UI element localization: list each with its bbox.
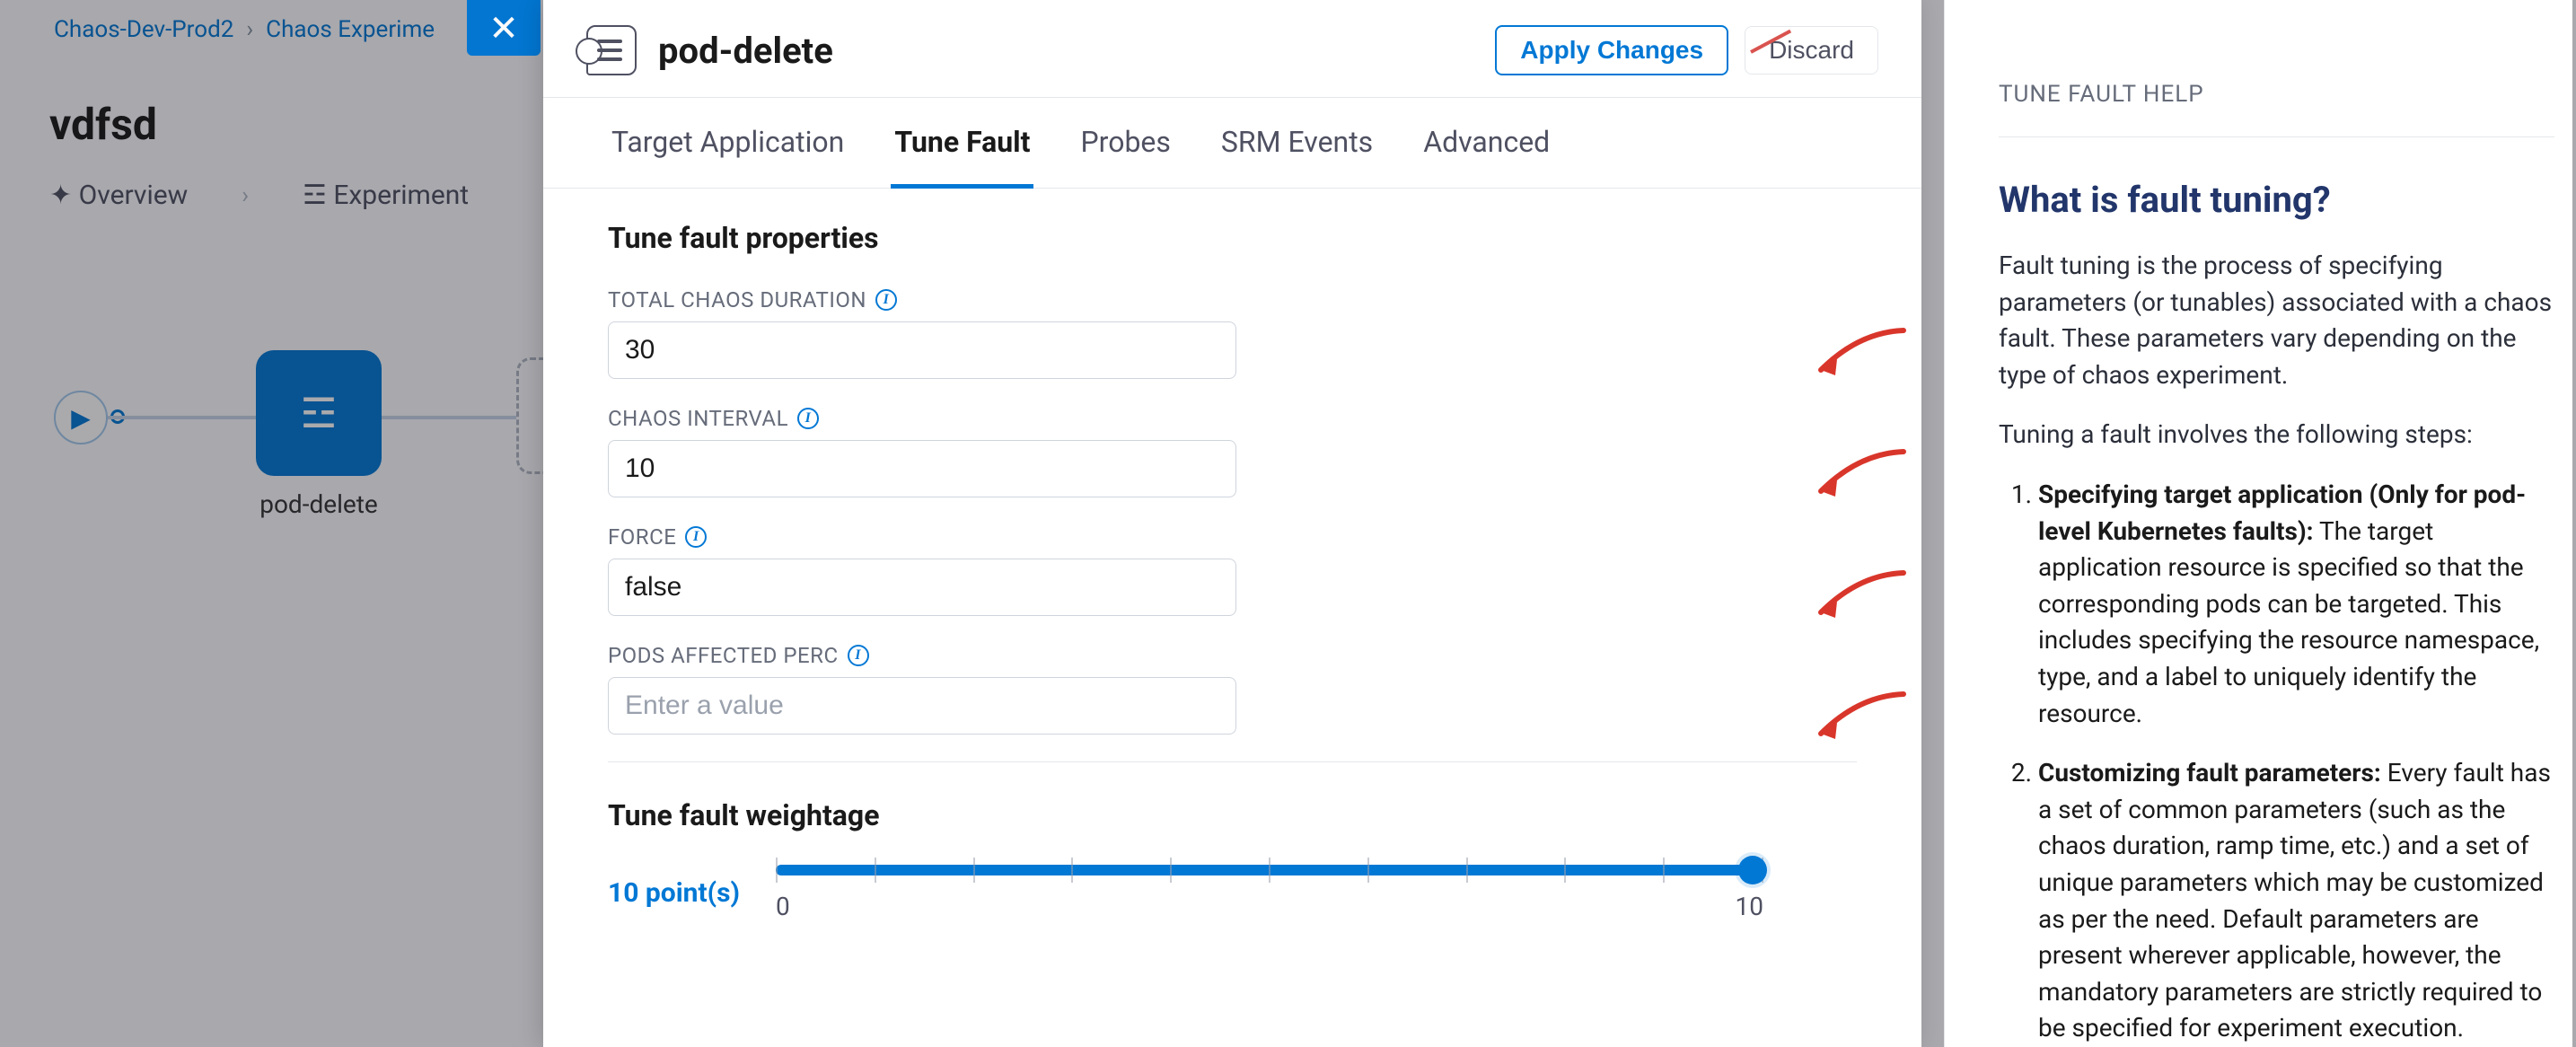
close-drawer-button[interactable]: ✕ bbox=[467, 0, 541, 56]
drawer-tabs: Target Application Tune Fault Probes SRM… bbox=[543, 98, 1921, 189]
pods-affected-perc-input[interactable] bbox=[608, 677, 1236, 735]
fault-drawer: pod-delete Apply Changes Discard Target … bbox=[543, 0, 1921, 1047]
field-total-chaos-duration: Total Chaos Duration i bbox=[608, 287, 1857, 379]
help-panel: Tune Fault Help What is fault tuning? Fa… bbox=[1944, 0, 2572, 1047]
apply-changes-button[interactable]: Apply Changes bbox=[1495, 25, 1728, 75]
help-body: Fault tuning is the process of specifyin… bbox=[1999, 248, 2554, 1047]
drawer-header: pod-delete Apply Changes Discard bbox=[543, 0, 1921, 98]
breadcrumb: Chaos-Dev-Prod2 › Chaos Experime bbox=[54, 16, 435, 43]
help-eyebrow: Tune Fault Help bbox=[1999, 81, 2554, 137]
help-intro: Fault tuning is the process of specifyin… bbox=[1999, 248, 2554, 393]
help-step-2-rest: Every fault has a set of common paramete… bbox=[2038, 758, 2551, 1043]
field-label: Total Chaos Duration bbox=[608, 287, 866, 312]
tab-overview[interactable]: ✦ Overview bbox=[49, 180, 188, 211]
chevron-right-icon: › bbox=[246, 16, 253, 43]
breadcrumb-section[interactable]: Chaos Experime bbox=[266, 16, 435, 43]
page-tabs: ✦ Overview › ☲ Experiment bbox=[49, 180, 469, 211]
chaos-interval-input[interactable] bbox=[608, 440, 1236, 497]
tab-overview-label: Overview bbox=[79, 180, 189, 211]
slider-ticks bbox=[776, 858, 1763, 883]
workflow-connector-dot bbox=[110, 409, 125, 424]
fault-icon bbox=[586, 25, 637, 75]
field-force: Force i bbox=[608, 524, 1857, 616]
tab-probes[interactable]: Probes bbox=[1077, 98, 1174, 189]
info-icon[interactable]: i bbox=[875, 289, 897, 311]
tab-experiment-label: Experiment bbox=[333, 180, 469, 211]
workflow-start-node[interactable]: ▶ bbox=[54, 391, 108, 444]
field-label: Force bbox=[608, 524, 676, 550]
chaos-icon: ✦ bbox=[49, 180, 72, 211]
workflow-node-label: pod-delete bbox=[233, 489, 404, 519]
workflow-node-pod-delete[interactable]: ☲ bbox=[256, 350, 382, 476]
info-icon[interactable]: i bbox=[685, 526, 707, 548]
help-step-1: Specifying target application (Only for … bbox=[2038, 477, 2554, 732]
divider bbox=[608, 761, 1857, 762]
chevron-right-icon: › bbox=[242, 182, 249, 209]
slider-thumb[interactable] bbox=[1738, 856, 1767, 884]
node-icon: ☲ bbox=[300, 389, 337, 438]
workflow-edge bbox=[108, 416, 256, 419]
breadcrumb-project[interactable]: Chaos-Dev-Prod2 bbox=[54, 16, 233, 43]
field-label: Pods Affected Perc bbox=[608, 643, 839, 668]
tab-srm-events[interactable]: SRM Events bbox=[1218, 98, 1376, 189]
tab-target-application[interactable]: Target Application bbox=[608, 98, 848, 189]
help-step-1-bold: Specifying target application (Only for … bbox=[2038, 480, 2526, 546]
section-heading-properties: Tune fault properties bbox=[608, 221, 1857, 255]
drawer-title: pod-delete bbox=[658, 30, 833, 72]
help-title: What is fault tuning? bbox=[1999, 179, 2554, 221]
section-heading-weightage: Tune fault weightage bbox=[608, 798, 1857, 832]
help-lead: Tuning a fault involves the following st… bbox=[1999, 417, 2554, 453]
experiment-icon: ☲ bbox=[303, 180, 327, 211]
help-step-2-bold: Customizing fault parameters: bbox=[2038, 758, 2381, 787]
help-step-1-rest: The target application resource is speci… bbox=[2038, 516, 2539, 728]
slider-max: 10 bbox=[1736, 892, 1763, 921]
weightage-row: 10 point(s) 0 10 bbox=[608, 865, 1857, 921]
slider-min: 0 bbox=[776, 892, 790, 921]
tab-tune-fault[interactable]: Tune Fault bbox=[891, 98, 1033, 189]
field-chaos-interval: Chaos Interval i bbox=[608, 406, 1857, 497]
field-label: Chaos Interval bbox=[608, 406, 788, 431]
drawer-body: Tune fault properties Total Chaos Durati… bbox=[543, 189, 1921, 1047]
tab-advanced[interactable]: Advanced bbox=[1420, 98, 1553, 189]
force-input[interactable] bbox=[608, 559, 1236, 616]
total-chaos-duration-input[interactable] bbox=[608, 321, 1236, 379]
weightage-slider[interactable]: 0 10 bbox=[776, 865, 1763, 921]
info-icon[interactable]: i bbox=[848, 645, 869, 666]
help-step-2: Customizing fault parameters: Every faul… bbox=[2038, 755, 2554, 1047]
page-title: vdfsd bbox=[49, 99, 157, 150]
discard-button[interactable]: Discard bbox=[1745, 26, 1878, 75]
field-pods-affected-perc: Pods Affected Perc i bbox=[608, 643, 1857, 735]
tab-experiment[interactable]: ☲ Experiment bbox=[303, 180, 469, 211]
info-icon[interactable]: i bbox=[797, 408, 819, 429]
weightage-value-label: 10 point(s) bbox=[608, 877, 740, 909]
workflow-edge bbox=[382, 416, 516, 419]
